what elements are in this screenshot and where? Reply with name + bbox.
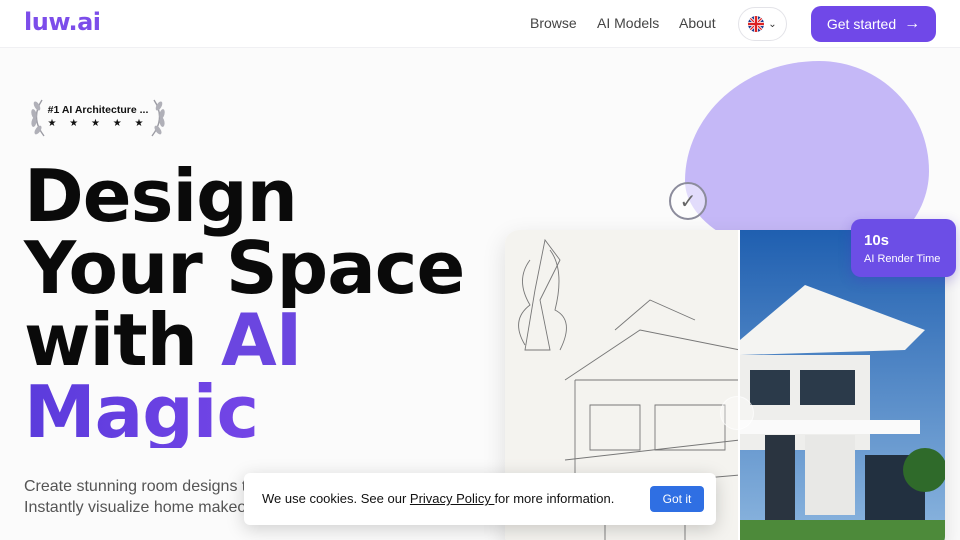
headline-line-2: Your Space	[24, 226, 465, 310]
headline-line-1: Design	[24, 154, 298, 238]
chevron-down-icon: ⌄	[768, 18, 777, 30]
headline-line-3: with AI	[24, 304, 464, 376]
page: luw.ai Browse AI Models About ⌄ Get star…	[0, 0, 960, 540]
uk-flag-icon	[748, 16, 765, 32]
cookie-text: We use cookies. See our Privacy Policy f…	[262, 491, 614, 506]
language-selector[interactable]: ⌄	[738, 7, 787, 41]
hero-headline: Design Your Space with AI Magic	[24, 154, 465, 448]
award-badge: #1 AI Architecture ... ★ ★ ★ ★ ★	[28, 96, 168, 140]
headline-line-4: Magic	[24, 376, 464, 448]
cookie-text-before: We use cookies. See our	[262, 491, 410, 506]
arrow-right-icon: →	[904, 15, 921, 32]
get-started-label: Get started	[826, 16, 897, 32]
cookie-text-after: for more information.	[494, 491, 615, 506]
badge-stars: ★ ★ ★ ★ ★	[47, 118, 149, 129]
check-icon: ✓	[669, 182, 707, 220]
get-started-button[interactable]: Get started →	[811, 6, 936, 42]
render-time-value: 10s	[864, 232, 890, 249]
render-time-card: 10s AI Render Time	[851, 219, 956, 277]
privacy-policy-link[interactable]: Privacy Policy	[410, 491, 495, 506]
cookie-banner: We use cookies. See our Privacy Policy f…	[244, 473, 716, 525]
badge-title: #1 AI Architecture ...	[47, 104, 149, 116]
logo[interactable]: luw.ai	[24, 8, 101, 36]
nav-browse[interactable]: Browse	[530, 15, 577, 31]
compare-slider-handle[interactable]	[720, 396, 754, 430]
render-time-label: AI Render Time	[864, 253, 941, 265]
got-it-button[interactable]: Got it	[650, 486, 704, 512]
site-header: luw.ai Browse AI Models About ⌄ Get star…	[0, 0, 960, 48]
nav-ai-models[interactable]: AI Models	[597, 15, 659, 31]
nav-about[interactable]: About	[679, 15, 716, 31]
